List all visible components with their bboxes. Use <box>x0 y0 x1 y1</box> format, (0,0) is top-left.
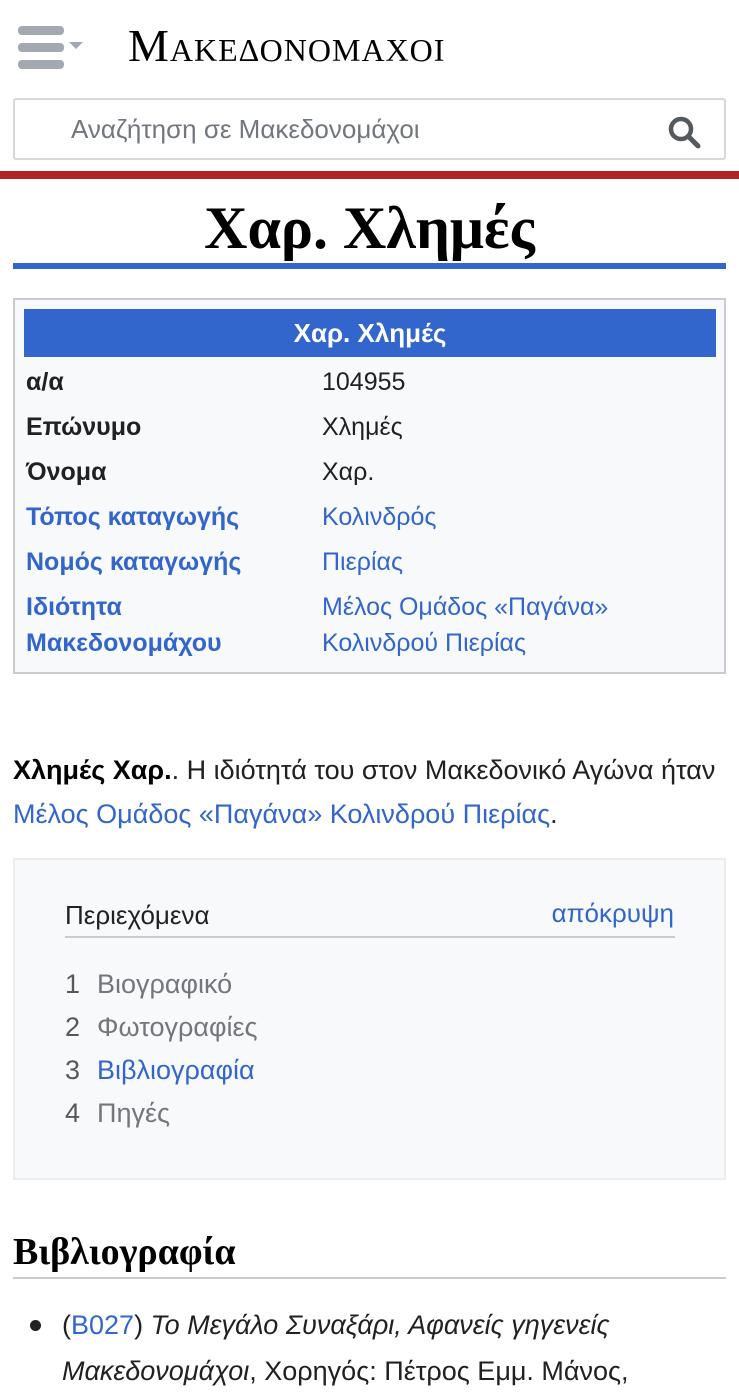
paren-close: ) <box>134 1310 144 1340</box>
infobox-value: 104955 <box>322 368 406 396</box>
header-divider <box>0 171 739 179</box>
infobox-key-link[interactable]: Ιδιότητα Μακεδονομάχου <box>26 589 276 661</box>
title-underline <box>13 263 726 269</box>
infobox-value: Χαρ. <box>322 458 375 486</box>
search-box[interactable] <box>13 98 726 160</box>
toc-item-number: 4 <box>65 1098 81 1128</box>
infobox-value-link[interactable]: Μέλος Ομάδος «Παγάνα» Κολινδρού Πιερίας <box>322 589 642 661</box>
site-header: Μακεδονομαχοι <box>0 0 739 172</box>
toc-item[interactable]: 2 Φωτογραφίες <box>65 1007 258 1047</box>
toc-item[interactable]: 3 Βιβλιογραφία <box>65 1050 255 1090</box>
lead-text-end: . <box>550 799 558 829</box>
infobox-heading: Χαρ. Χλημές <box>24 309 716 357</box>
bullet-icon <box>30 1320 41 1331</box>
toc-title: Περιεχόμενα <box>65 900 210 930</box>
bibliography-entry: (B027) Το Μεγάλο Συναξάρι, Αφανείς γηγεν… <box>62 1302 722 1394</box>
infobox-value: Χλημές <box>322 413 403 441</box>
toc-item-label: Βιογραφικό <box>97 969 233 999</box>
toc-hide-toggle[interactable]: απόκρυψη <box>552 898 674 929</box>
toc-divider <box>65 936 675 938</box>
search-icon[interactable] <box>666 114 702 150</box>
table-of-contents: Περιεχόμενα απόκρυψη 1 Βιογραφικό 2 Φωτογρ… <box>13 858 726 1180</box>
toc-item-number: 2 <box>65 1012 81 1042</box>
infobox-key-link[interactable]: Τόπος καταγωγής <box>26 499 316 535</box>
toc-item-label: Πηγές <box>97 1098 171 1128</box>
infobox-key: Επώνυμο <box>26 413 142 441</box>
infobox-value-link[interactable]: Πιερίας <box>322 544 722 580</box>
infobox-value-link[interactable]: Κολινδρός <box>322 499 722 535</box>
page-title: Χαρ. Χλημές <box>204 195 535 261</box>
toc-item-number: 3 <box>65 1055 81 1085</box>
infobox-key: α/α <box>26 368 64 396</box>
menu-bar-bottom <box>18 60 64 69</box>
toc-item-label: Φωτογραφίες <box>97 1012 258 1042</box>
infobox: Χαρ. Χλημές α/α 104955 Επώνυμο Χλημές Όν… <box>13 298 726 674</box>
affiliation-link[interactable]: Μέλος Ομάδος «Παγάνα» Κολινδρού Πιερίας <box>13 799 550 829</box>
search-input[interactable] <box>71 100 631 158</box>
infobox-key: Όνομα <box>26 458 107 486</box>
toc-item-label: Βιβλιογραφία <box>97 1055 255 1085</box>
site-wordmark[interactable]: Μακεδονομαχοι <box>128 18 445 74</box>
lead-text: . Η ιδιότητά του στον Μακεδονικό Αγώνα ή… <box>171 755 716 785</box>
hamburger-menu-icon[interactable] <box>16 22 88 74</box>
paren-open: ( <box>62 1310 71 1340</box>
subject-name: Χλημές Χαρ. <box>13 755 172 785</box>
toc-item[interactable]: 4 Πηγές <box>65 1093 170 1133</box>
menu-bar-middle <box>18 43 64 52</box>
section-heading-bibliography: Βιβλιογραφία <box>13 1231 236 1273</box>
menu-bar-top <box>18 26 64 35</box>
toc-item[interactable]: 1 Βιογραφικό <box>65 964 232 1004</box>
toc-item-number: 1 <box>65 969 81 999</box>
chevron-down-icon <box>69 42 83 49</box>
infobox-key-link[interactable]: Νομός καταγωγής <box>26 544 316 580</box>
section-divider <box>13 1277 726 1279</box>
bibliography-details: , Χορηγός: Πέτρος Εμμ. Μάνος, <box>249 1356 629 1386</box>
bibliography-code-link[interactable]: B027 <box>71 1310 134 1340</box>
lead-paragraph: Χλημές Χαρ.. Η ιδιότητά του στον Μακεδον… <box>13 748 729 836</box>
